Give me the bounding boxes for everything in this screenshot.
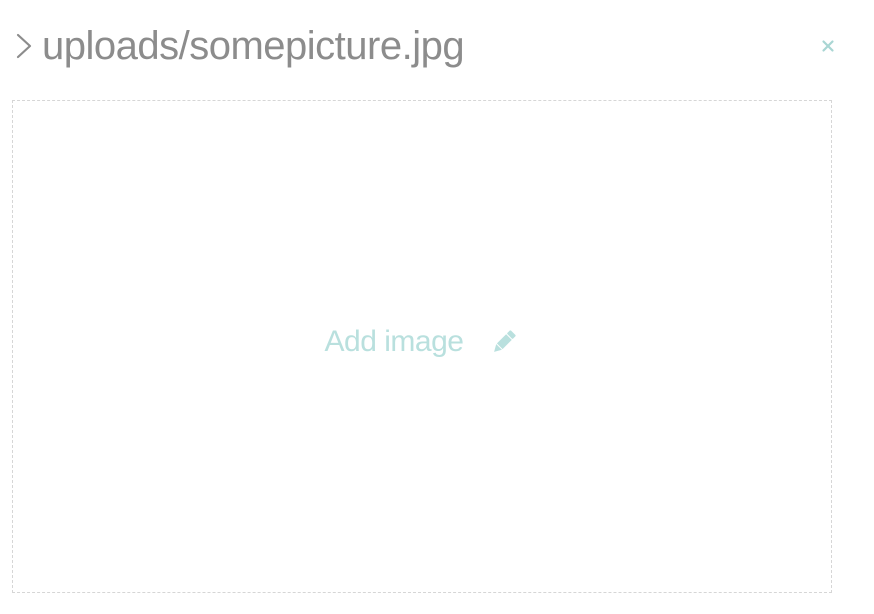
image-upload-panel: uploads/somepicture.jpg Add image: [0, 0, 874, 614]
close-button[interactable]: [816, 36, 840, 60]
file-path-title: uploads/somepicture.jpg: [42, 24, 465, 68]
add-image-label: Add image: [324, 324, 464, 358]
header: uploads/somepicture.jpg: [14, 18, 465, 74]
pencil-icon: [489, 327, 519, 357]
image-dropzone[interactable]: Add image: [12, 100, 832, 593]
close-icon: [821, 39, 835, 58]
add-image-button[interactable]: Add image: [325, 325, 520, 359]
chevron-right-icon[interactable]: [14, 26, 42, 66]
